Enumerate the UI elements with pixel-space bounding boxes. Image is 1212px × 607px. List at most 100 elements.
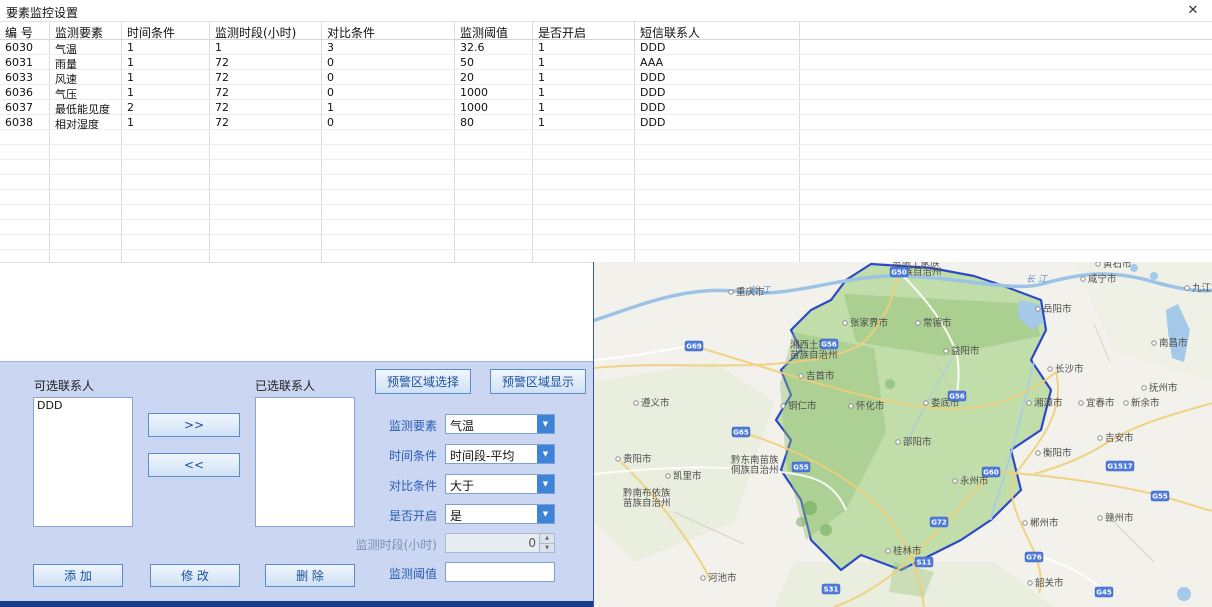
table-row[interactable]: 6030气温11332.61DDD <box>0 40 1212 55</box>
warning-area-select-button[interactable]: 预警区域选择 <box>375 369 471 394</box>
table-cell <box>210 205 322 219</box>
table-cell <box>635 250 800 262</box>
table-row[interactable] <box>0 145 1212 160</box>
table-header-cell: 监测要素 <box>50 22 122 39</box>
table-header-cell: 编 号 <box>0 22 50 39</box>
map-label: 吉安市 <box>1105 432 1134 444</box>
city-marker-icon <box>1098 436 1102 440</box>
table-cell <box>50 175 122 189</box>
chevron-down-icon[interactable]: ▼ <box>537 475 554 493</box>
map-region[interactable]: 重庆市长 江长 江恩施土家族苗族自治州黄石市咸宁市九江市岳阳市常德市张家界市湘西… <box>593 262 1212 607</box>
map-label: 侗族自治州 <box>731 464 779 476</box>
table-cell: DDD <box>635 115 800 129</box>
road-shield: G72 <box>930 517 948 527</box>
table-cell: 6033 <box>0 70 50 84</box>
city-marker-icon <box>1081 277 1085 281</box>
table-row[interactable] <box>0 160 1212 175</box>
table-row[interactable] <box>0 250 1212 262</box>
compare-condition-label: 对比条件 <box>330 477 437 494</box>
table-row[interactable] <box>0 205 1212 220</box>
table-cell: 72 <box>210 115 322 129</box>
table-row[interactable]: 6037最低能见度272110001DDD <box>0 100 1212 115</box>
table-cell <box>635 130 800 144</box>
table-cell: 气压 <box>50 85 122 99</box>
table-row[interactable]: 6038相对湿度1720801DDD <box>0 115 1212 130</box>
available-contacts-list[interactable]: DDD <box>33 397 133 527</box>
table-cell: DDD <box>635 70 800 84</box>
table-cell <box>800 235 1212 249</box>
table-header-cell: 短信联系人 <box>635 22 800 39</box>
map-label: 南昌市 <box>1159 337 1188 349</box>
close-icon[interactable]: ✕ <box>1184 3 1202 18</box>
map-svg[interactable]: 重庆市长 江长 江恩施土家族苗族自治州黄石市咸宁市九江市岳阳市常德市张家界市湘西… <box>594 262 1212 607</box>
field-monitor-hours: 监测时段(小时) 0 ▲ ▼ <box>330 533 590 555</box>
warning-area-display-button[interactable]: 预警区域显示 <box>490 369 586 394</box>
enabled-select[interactable]: 是 ▼ <box>445 504 555 524</box>
table-cell: 72 <box>210 70 322 84</box>
chevron-down-icon[interactable]: ▼ <box>537 445 554 463</box>
table-cell <box>533 175 635 189</box>
modify-button[interactable]: 修 改 <box>150 564 240 587</box>
chevron-down-icon[interactable]: ▼ <box>537 505 554 523</box>
city-marker-icon <box>781 404 785 408</box>
map-label: 赣州市 <box>1105 512 1134 524</box>
time-condition-select[interactable]: 时间段-平均 ▼ <box>445 444 555 464</box>
contact-item[interactable]: DDD <box>34 398 132 413</box>
table-cell: 1 <box>533 85 635 99</box>
city-marker-icon <box>886 549 890 553</box>
table-row[interactable] <box>0 190 1212 205</box>
table-cell: 1000 <box>455 100 533 114</box>
move-right-button[interactable]: >> <box>148 413 240 437</box>
city-marker-icon <box>1036 451 1040 455</box>
threshold-input[interactable] <box>445 562 555 582</box>
move-left-button[interactable]: << <box>148 453 240 477</box>
table-cell <box>0 220 50 234</box>
delete-button[interactable]: 删 除 <box>265 564 355 587</box>
compare-condition-select[interactable]: 大于 ▼ <box>445 474 555 494</box>
table-header-cell: 监测时段(小时) <box>210 22 322 39</box>
map-label: 吉首市 <box>806 370 835 382</box>
map-label: 郴州市 <box>1030 517 1059 529</box>
table-row[interactable] <box>0 235 1212 250</box>
monitor-element-select[interactable]: 气温 ▼ <box>445 414 555 434</box>
city-marker-icon <box>1142 386 1146 390</box>
table-cell <box>210 160 322 174</box>
table-cell <box>455 175 533 189</box>
table-cell <box>122 175 210 189</box>
table-cell <box>122 160 210 174</box>
window-title: 要素监控设置 <box>6 4 78 21</box>
table-cell: 6037 <box>0 100 50 114</box>
table-row[interactable]: 6031雨量1720501AAA <box>0 55 1212 70</box>
table-row[interactable] <box>0 175 1212 190</box>
map-label: 长沙市 <box>1055 363 1084 375</box>
map-label: 湘潭市 <box>1034 397 1063 409</box>
table-cell <box>533 205 635 219</box>
table-cell <box>800 250 1212 262</box>
spinner-down-icon[interactable]: ▼ <box>540 543 554 553</box>
table-cell: 1 <box>122 85 210 99</box>
table-row[interactable] <box>0 220 1212 235</box>
bottom-area: 预警区域选择 预警区域显示 可选联系人 已选联系人 DDD >> << 监测要素… <box>0 262 1212 607</box>
table-cell <box>800 40 1212 54</box>
chevron-down-icon[interactable]: ▼ <box>537 415 554 433</box>
table-cell: 6031 <box>0 55 50 69</box>
table-cell <box>635 205 800 219</box>
svg-text:G72: G72 <box>931 519 947 527</box>
table-cell: 1 <box>533 40 635 54</box>
table-cell <box>322 205 455 219</box>
table-row[interactable]: 6033风速1720201DDD <box>0 70 1212 85</box>
table-cell <box>210 145 322 159</box>
table-cell <box>322 190 455 204</box>
table-cell: 0 <box>322 70 455 84</box>
map-label: 桂林市 <box>893 545 922 557</box>
table-cell <box>122 235 210 249</box>
table-cell <box>122 220 210 234</box>
add-button[interactable]: 添 加 <box>33 564 123 587</box>
table-row[interactable] <box>0 130 1212 145</box>
table-cell <box>455 145 533 159</box>
table-cell <box>122 250 210 262</box>
table-cell: 1 <box>210 40 322 54</box>
spinner-up-icon[interactable]: ▲ <box>540 534 554 543</box>
map-label: 怀化市 <box>856 400 885 412</box>
table-row[interactable]: 6036气压172010001DDD <box>0 85 1212 100</box>
